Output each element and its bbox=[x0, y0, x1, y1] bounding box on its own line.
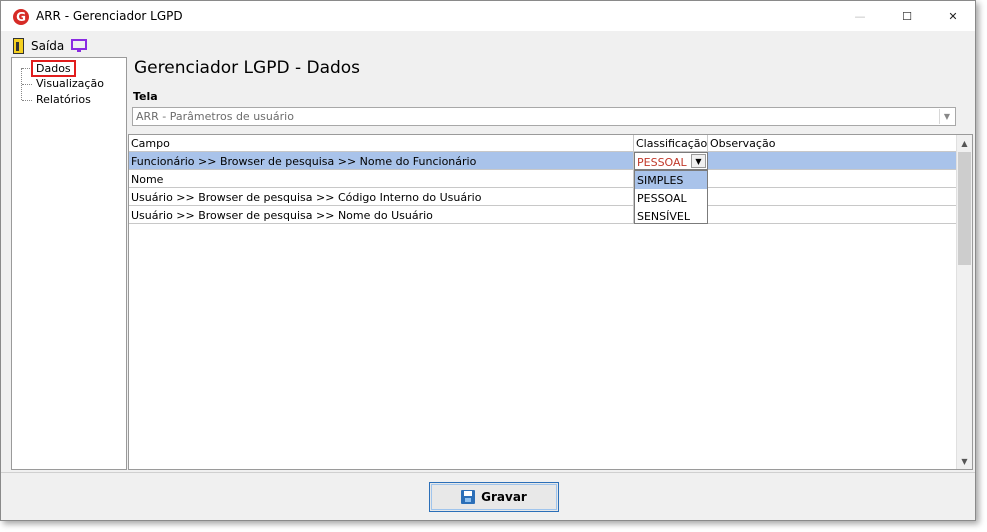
monitor-icon[interactable] bbox=[71, 39, 87, 53]
cell-campo[interactable]: Nome bbox=[129, 170, 634, 188]
footer-divider bbox=[1, 472, 975, 473]
tree-item-dados[interactable]: Dados bbox=[31, 60, 76, 77]
column-header-classificacao[interactable]: Classificação bbox=[634, 135, 708, 152]
cell-campo[interactable]: Usuário >> Browser de pesquisa >> Nome d… bbox=[129, 206, 634, 224]
floppy-disk-icon bbox=[461, 490, 476, 504]
column-header-campo[interactable]: Campo bbox=[129, 135, 634, 152]
cell-observacao[interactable] bbox=[708, 206, 957, 224]
dropdown-option-pessoal[interactable]: PESSOAL bbox=[635, 189, 707, 207]
tree-connector bbox=[22, 100, 32, 101]
tela-label: Tela bbox=[133, 90, 158, 103]
cell-campo[interactable]: Funcionário >> Browser de pesquisa >> No… bbox=[129, 152, 634, 170]
exit-menu-label[interactable]: Saída bbox=[31, 39, 64, 53]
save-button[interactable]: Gravar bbox=[429, 482, 559, 512]
window-title: ARR - Gerenciador LGPD bbox=[36, 9, 183, 23]
table-row[interactable]: Funcionário >> Browser de pesquisa >> No… bbox=[129, 152, 957, 170]
page-title: Gerenciador LGPD - Dados bbox=[134, 58, 361, 78]
tree-item-visualizacao[interactable]: Visualização bbox=[34, 77, 106, 90]
cell-observacao[interactable] bbox=[708, 188, 957, 206]
app-logo-icon: G bbox=[13, 9, 29, 25]
chevron-down-icon[interactable]: ▼ bbox=[939, 109, 954, 124]
tela-select[interactable]: ARR - Parâmetros de usuário ▼ bbox=[132, 107, 956, 126]
dropdown-option-sensivel[interactable]: SENSÍVEL bbox=[635, 207, 707, 225]
tree-item-relatorios[interactable]: Relatórios bbox=[34, 93, 93, 106]
table-row[interactable]: Nome bbox=[129, 170, 957, 188]
save-button-label: Gravar bbox=[481, 490, 527, 504]
cell-observacao[interactable] bbox=[708, 170, 957, 188]
scroll-down-icon[interactable]: ▼ bbox=[957, 453, 972, 469]
exit-door-icon[interactable] bbox=[13, 38, 24, 54]
menu-bar: Saída bbox=[1, 35, 975, 55]
maximize-button[interactable]: ☐ bbox=[884, 1, 930, 31]
classificacao-dropdown-value: PESSOAL bbox=[637, 156, 687, 169]
close-button[interactable]: ✕ bbox=[930, 1, 976, 31]
tree-connector bbox=[22, 84, 32, 85]
cell-observacao[interactable] bbox=[708, 152, 957, 170]
app-window: G ARR - Gerenciador LGPD — ☐ ✕ Saída Dad… bbox=[0, 0, 976, 521]
scroll-thumb[interactable] bbox=[958, 152, 971, 265]
navigation-tree: Dados Visualização Relatórios bbox=[11, 57, 127, 470]
chevron-down-icon[interactable]: ▼ bbox=[691, 154, 706, 168]
data-grid[interactable]: Campo Classificação Observação Funcionár… bbox=[128, 134, 973, 470]
tela-select-value: ARR - Parâmetros de usuário bbox=[136, 110, 294, 123]
classificacao-dropdown-list: SIMPLES PESSOAL SENSÍVEL bbox=[634, 170, 708, 224]
table-row[interactable]: Usuário >> Browser de pesquisa >> Código… bbox=[129, 188, 957, 206]
title-bar: G ARR - Gerenciador LGPD — ☐ ✕ bbox=[1, 1, 975, 31]
vertical-scrollbar[interactable]: ▲ ▼ bbox=[956, 135, 972, 469]
table-row[interactable]: Usuário >> Browser de pesquisa >> Nome d… bbox=[129, 206, 957, 224]
dropdown-option-simples[interactable]: SIMPLES bbox=[635, 171, 707, 189]
classificacao-dropdown[interactable]: PESSOAL ▼ bbox=[634, 152, 708, 170]
column-header-observacao[interactable]: Observação bbox=[708, 135, 957, 152]
minimize-button[interactable]: — bbox=[837, 1, 883, 31]
cell-campo[interactable]: Usuário >> Browser de pesquisa >> Código… bbox=[129, 188, 634, 206]
scroll-up-icon[interactable]: ▲ bbox=[957, 135, 972, 151]
